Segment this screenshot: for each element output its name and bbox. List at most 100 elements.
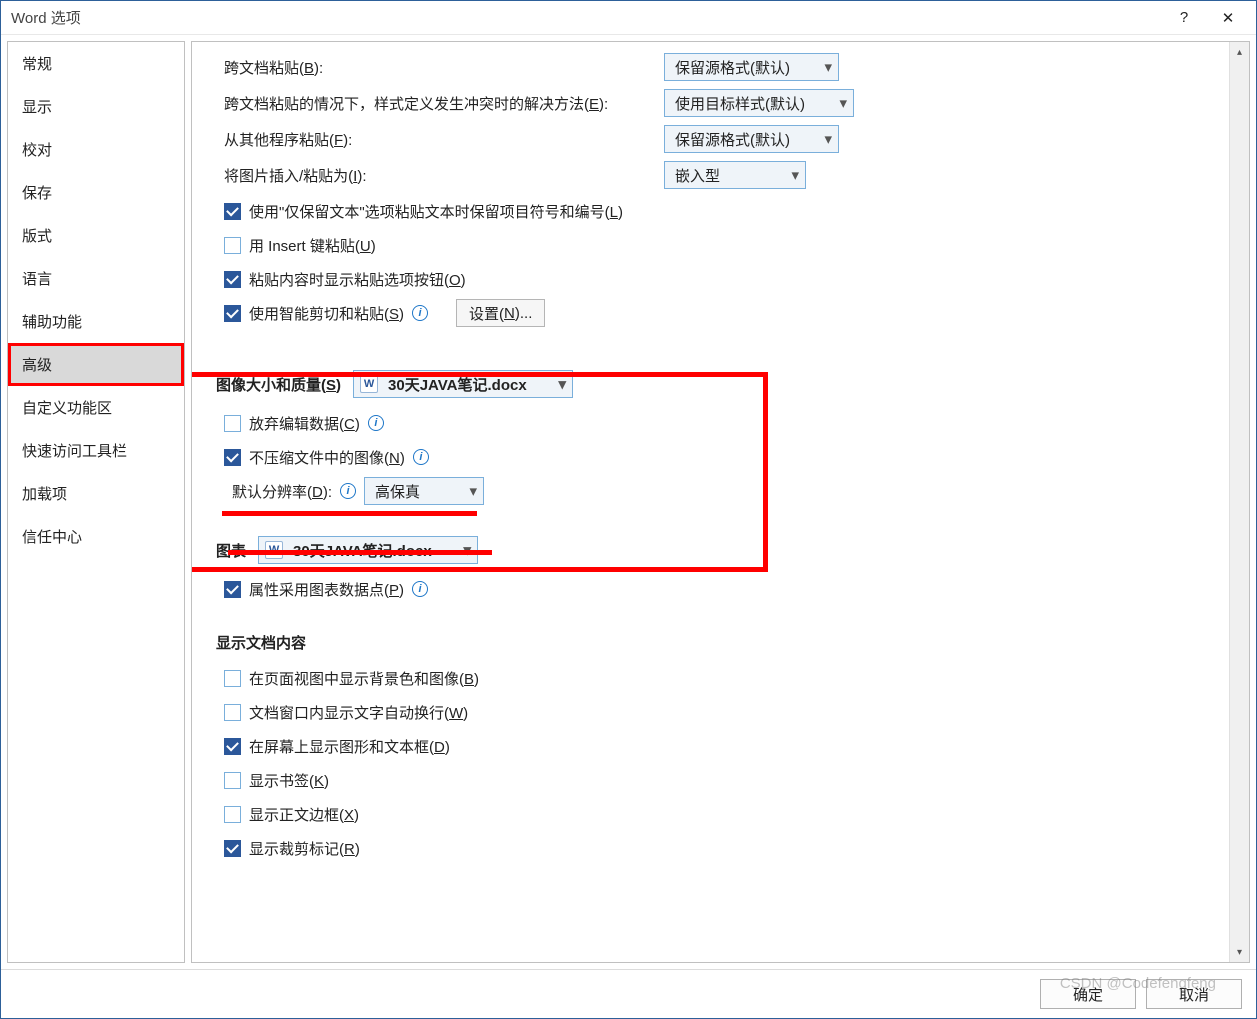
word-options-dialog: Word 选项 ? ✕ 常规 显示 校对 保存 版式 语言 辅助功能 高级 自定… bbox=[0, 0, 1257, 1019]
cross-doc-styleconflict-combo[interactable]: 使用目标样式(默认) ▾ bbox=[664, 89, 854, 117]
info-icon[interactable]: i bbox=[368, 415, 384, 431]
sidebar-item-advanced[interactable]: 高级 bbox=[8, 343, 184, 386]
chart-datapoint-label: 属性采用图表数据点(P) bbox=[249, 579, 404, 600]
sidebar: 常规 显示 校对 保存 版式 语言 辅助功能 高级 自定义功能区 快速访问工具栏… bbox=[7, 41, 185, 963]
show-bookmarks-label: 显示书签(K) bbox=[249, 770, 329, 791]
content: 跨文档粘贴(B): 保留源格式(默认) ▾ 跨文档粘贴的情况下，样式定义发生冲突… bbox=[192, 42, 1229, 962]
sidebar-item-quick-access[interactable]: 快速访问工具栏 bbox=[8, 429, 184, 472]
section-image-quality: 图像大小和质量(S) W 30天JAVA笔记.docx ▾ bbox=[216, 370, 1205, 398]
sidebar-item-layout[interactable]: 版式 bbox=[8, 214, 184, 257]
cross-doc-paste-row: 跨文档粘贴(B): 保留源格式(默认) ▾ bbox=[216, 50, 1205, 84]
insert-picture-label: 将图片插入/粘贴为(I): bbox=[216, 165, 664, 186]
dialog-footer: 确定 取消 bbox=[1, 970, 1256, 1018]
sidebar-item-accessibility[interactable]: 辅助功能 bbox=[8, 300, 184, 343]
insert-picture-row: 将图片插入/粘贴为(I): 嵌入型 ▾ bbox=[216, 158, 1205, 192]
ok-button[interactable]: 确定 bbox=[1040, 979, 1136, 1009]
close-button[interactable]: ✕ bbox=[1206, 4, 1250, 32]
main-area: 常规 显示 校对 保存 版式 语言 辅助功能 高级 自定义功能区 快速访问工具栏… bbox=[1, 35, 1256, 970]
chart-datapoint-checkbox[interactable] bbox=[224, 581, 241, 598]
smart-cut-paste-checkbox[interactable] bbox=[224, 305, 241, 322]
keep-bullet-paste-checkbox[interactable] bbox=[224, 203, 241, 220]
image-quality-document-combo[interactable]: W 30天JAVA笔记.docx ▾ bbox=[353, 370, 573, 398]
info-icon[interactable]: i bbox=[412, 581, 428, 597]
sidebar-item-label: 语言 bbox=[22, 271, 52, 288]
show-background-checkbox[interactable] bbox=[224, 670, 241, 687]
cancel-button[interactable]: 取消 bbox=[1146, 979, 1242, 1009]
no-compress-images-checkbox[interactable] bbox=[224, 449, 241, 466]
default-resolution-label: 默认分辨率(D): bbox=[232, 481, 332, 502]
chart-document-combo[interactable]: W 30天JAVA笔记.docx ▾ bbox=[258, 536, 478, 564]
chevron-down-icon: ▾ bbox=[818, 58, 832, 76]
section-chart: 图表 W 30天JAVA笔记.docx ▾ bbox=[216, 536, 1205, 564]
show-paste-options-row: 粘贴内容时显示粘贴选项按钮(O) bbox=[216, 262, 1205, 296]
sidebar-item-label: 校对 bbox=[22, 142, 52, 159]
cross-doc-styleconflict-row: 跨文档粘贴的情况下，样式定义发生冲突时的解决方法(E): 使用目标样式(默认) … bbox=[216, 86, 1205, 120]
sidebar-item-label: 常规 bbox=[22, 56, 52, 73]
show-crop-marks-row: 显示裁剪标记(R) bbox=[216, 831, 1205, 865]
chart-datapoint-row: 属性采用图表数据点(P) i bbox=[216, 572, 1205, 606]
keep-bullet-paste-row: 使用"仅保留文本"选项粘贴文本时保留项目符号和编号(L) bbox=[216, 194, 1205, 228]
chevron-down-icon: ▾ bbox=[833, 94, 847, 112]
insert-key-paste-checkbox[interactable] bbox=[224, 237, 241, 254]
info-icon[interactable]: i bbox=[340, 483, 356, 499]
sidebar-item-language[interactable]: 语言 bbox=[8, 257, 184, 300]
sidebar-item-label: 自定义功能区 bbox=[22, 400, 112, 417]
sidebar-item-customize-ribbon[interactable]: 自定义功能区 bbox=[8, 386, 184, 429]
cross-doc-paste-combo[interactable]: 保留源格式(默认) ▾ bbox=[664, 53, 839, 81]
chevron-down-icon: ▾ bbox=[457, 541, 471, 559]
chevron-down-icon: ▾ bbox=[552, 375, 566, 393]
section-image-quality-label: 图像大小和质量(S) bbox=[216, 374, 341, 395]
show-paste-options-checkbox[interactable] bbox=[224, 271, 241, 288]
insert-key-paste-row: 用 Insert 键粘贴(U) bbox=[216, 228, 1205, 262]
show-background-label: 在页面视图中显示背景色和图像(B) bbox=[249, 668, 479, 689]
show-shapes-row: 在屏幕上显示图形和文本框(D) bbox=[216, 729, 1205, 763]
show-bookmarks-row: 显示书签(K) bbox=[216, 763, 1205, 797]
sidebar-item-label: 高级 bbox=[22, 357, 52, 374]
show-shapes-label: 在屏幕上显示图形和文本框(D) bbox=[249, 736, 450, 757]
scroll-up-button[interactable]: ▴ bbox=[1230, 42, 1250, 62]
discard-edit-data-checkbox[interactable] bbox=[224, 415, 241, 432]
other-prog-paste-label: 从其他程序粘贴(F): bbox=[216, 129, 664, 150]
sidebar-item-proofing[interactable]: 校对 bbox=[8, 128, 184, 171]
chevron-down-icon: ▾ bbox=[785, 166, 799, 184]
sidebar-item-display[interactable]: 显示 bbox=[8, 85, 184, 128]
sidebar-item-label: 快速访问工具栏 bbox=[22, 443, 127, 460]
sidebar-item-addins[interactable]: 加载项 bbox=[8, 472, 184, 515]
other-prog-paste-combo[interactable]: 保留源格式(默认) ▾ bbox=[664, 125, 839, 153]
sidebar-item-general[interactable]: 常规 bbox=[8, 42, 184, 85]
vertical-scrollbar[interactable]: ▴ ▾ bbox=[1229, 42, 1249, 962]
show-text-border-row: 显示正文边框(X) bbox=[216, 797, 1205, 831]
insert-picture-combo[interactable]: 嵌入型 ▾ bbox=[664, 161, 806, 189]
wrap-text-label: 文档窗口内显示文字自动换行(W) bbox=[249, 702, 468, 723]
sidebar-item-label: 保存 bbox=[22, 185, 52, 202]
smart-cut-paste-settings-button[interactable]: 设置(N)... bbox=[456, 299, 545, 327]
show-background-row: 在页面视图中显示背景色和图像(B) bbox=[216, 661, 1205, 695]
scroll-down-button[interactable]: ▾ bbox=[1230, 942, 1250, 962]
keep-bullet-paste-label: 使用"仅保留文本"选项粘贴文本时保留项目符号和编号(L) bbox=[249, 201, 623, 222]
default-resolution-combo[interactable]: 高保真 ▾ bbox=[364, 477, 484, 505]
wrap-text-checkbox[interactable] bbox=[224, 704, 241, 721]
sidebar-item-label: 版式 bbox=[22, 228, 52, 245]
sidebar-item-label: 信任中心 bbox=[22, 529, 82, 546]
section-chart-label: 图表 bbox=[216, 540, 246, 561]
cross-doc-styleconflict-label: 跨文档粘贴的情况下，样式定义发生冲突时的解决方法(E): bbox=[216, 93, 664, 114]
info-icon[interactable]: i bbox=[412, 305, 428, 321]
smart-cut-paste-label: 使用智能剪切和粘贴(S) bbox=[249, 303, 404, 324]
show-bookmarks-checkbox[interactable] bbox=[224, 772, 241, 789]
cross-doc-paste-label: 跨文档粘贴(B): bbox=[216, 57, 664, 78]
titlebar: Word 选项 ? ✕ bbox=[1, 1, 1256, 35]
show-crop-marks-label: 显示裁剪标记(R) bbox=[249, 838, 360, 859]
show-crop-marks-checkbox[interactable] bbox=[224, 840, 241, 857]
chevron-down-icon: ▾ bbox=[463, 482, 477, 500]
show-shapes-checkbox[interactable] bbox=[224, 738, 241, 755]
show-text-border-checkbox[interactable] bbox=[224, 806, 241, 823]
sidebar-item-trust-center[interactable]: 信任中心 bbox=[8, 515, 184, 558]
wrap-text-row: 文档窗口内显示文字自动换行(W) bbox=[216, 695, 1205, 729]
help-button[interactable]: ? bbox=[1162, 4, 1206, 32]
no-compress-images-label: 不压缩文件中的图像(N) bbox=[249, 447, 405, 468]
insert-key-paste-label: 用 Insert 键粘贴(U) bbox=[249, 235, 376, 256]
sidebar-item-label: 辅助功能 bbox=[22, 314, 82, 331]
info-icon[interactable]: i bbox=[413, 449, 429, 465]
sidebar-item-save[interactable]: 保存 bbox=[8, 171, 184, 214]
smart-cut-paste-row: 使用智能剪切和粘贴(S) i 设置(N)... bbox=[216, 296, 1205, 330]
